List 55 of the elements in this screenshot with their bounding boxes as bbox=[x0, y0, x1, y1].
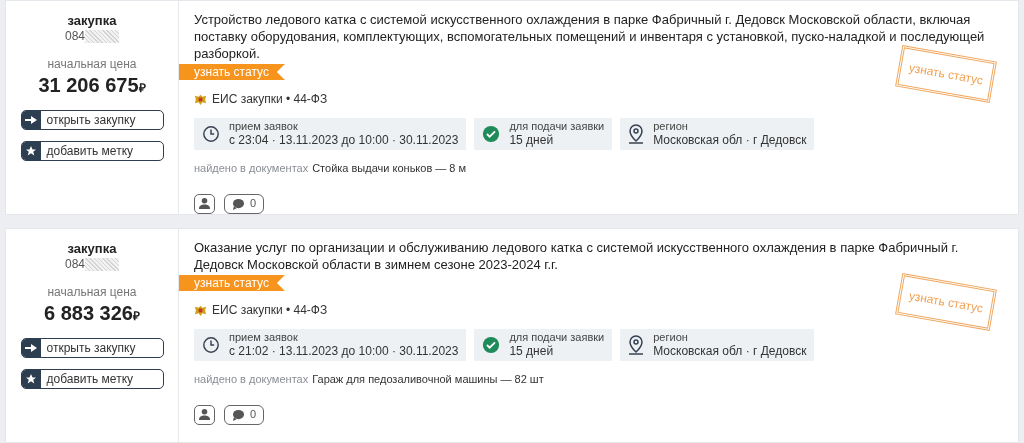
comments-button[interactable]: 0 bbox=[224, 404, 265, 425]
action-button[interactable]: открыть закупку bbox=[20, 110, 164, 130]
info-label: прием заявок bbox=[229, 331, 299, 344]
source-label: ЕИС закупки • 44-ФЗ bbox=[212, 91, 328, 108]
info-label: для подачи заявки bbox=[509, 120, 605, 133]
user-icon bbox=[198, 197, 211, 210]
info-label: регион bbox=[653, 120, 689, 133]
redacted-block bbox=[85, 258, 119, 271]
currency-sign: ₽ bbox=[133, 309, 140, 325]
price-value: 31 206 675 bbox=[38, 73, 139, 98]
info-value: 15 дней bbox=[509, 133, 555, 148]
speech-bubble-icon bbox=[232, 197, 245, 210]
check-circle-icon bbox=[482, 125, 501, 143]
info-value: 15 дней bbox=[509, 344, 555, 359]
tender-type: закупка bbox=[67, 241, 117, 257]
star-icon bbox=[25, 373, 37, 385]
found-text: Стойка выдачи коньков — 8 м bbox=[312, 161, 467, 176]
user-button[interactable] bbox=[194, 404, 215, 425]
source-label: ЕИС закупки • 44-ФЗ bbox=[212, 302, 328, 319]
user-button[interactable] bbox=[194, 193, 215, 214]
info-value: Московская обл · г Дедовск bbox=[653, 133, 807, 148]
found-text: Гараж для педозаливочной машины — 82 шт bbox=[312, 372, 544, 387]
clock-icon bbox=[202, 336, 220, 354]
tender-title[interactable]: Оказание услуг по организации и обслуживанию ледового катка с системой искусственного охлаждения в парке Фабричный г. Дедовск Московской области в зимнем сезоне 2023-2024 г.г. bbox=[194, 239, 994, 273]
action-button[interactable]: добавить метку bbox=[20, 141, 164, 161]
emblem-icon bbox=[194, 303, 207, 317]
arrow-icon bbox=[25, 115, 37, 125]
action-button[interactable]: открыть закупку bbox=[20, 338, 164, 358]
price-value: 6 883 326 bbox=[44, 301, 133, 326]
clock-icon bbox=[202, 125, 220, 143]
info-value: с 23:04 · 13.11.2023 до 10:00 · 30.11.2023 bbox=[229, 133, 459, 148]
info-label: прием заявок bbox=[229, 120, 299, 133]
info-label: для подачи заявки bbox=[509, 331, 605, 344]
info-label: регион bbox=[653, 331, 689, 344]
tender-type: закупка bbox=[67, 13, 117, 29]
check-circle-icon bbox=[482, 336, 501, 354]
action-button[interactable]: добавить метку bbox=[20, 369, 164, 389]
tender-number: 084 bbox=[65, 257, 85, 272]
info-value: с 21:02 · 13.11.2023 до 10:00 · 30.11.2023 bbox=[229, 344, 459, 359]
location-pin-icon bbox=[628, 335, 645, 355]
emblem-icon bbox=[194, 92, 207, 106]
arrow-icon bbox=[25, 343, 37, 353]
location-pin-icon bbox=[628, 124, 645, 144]
comments-button[interactable]: 0 bbox=[224, 193, 265, 214]
price-label: начальная цена bbox=[47, 57, 137, 72]
speech-bubble-icon bbox=[232, 408, 245, 421]
info-value: Московская обл · г Дедовск bbox=[653, 344, 807, 359]
user-icon bbox=[198, 408, 211, 421]
tender-number: 084 bbox=[65, 29, 85, 44]
star-icon bbox=[25, 145, 37, 157]
found-label: найдено в документах bbox=[194, 372, 309, 387]
currency-sign: ₽ bbox=[138, 81, 146, 97]
found-label: найдено в документах bbox=[194, 161, 309, 176]
redacted-block bbox=[85, 30, 119, 43]
price-label: начальная цена bbox=[47, 285, 137, 300]
